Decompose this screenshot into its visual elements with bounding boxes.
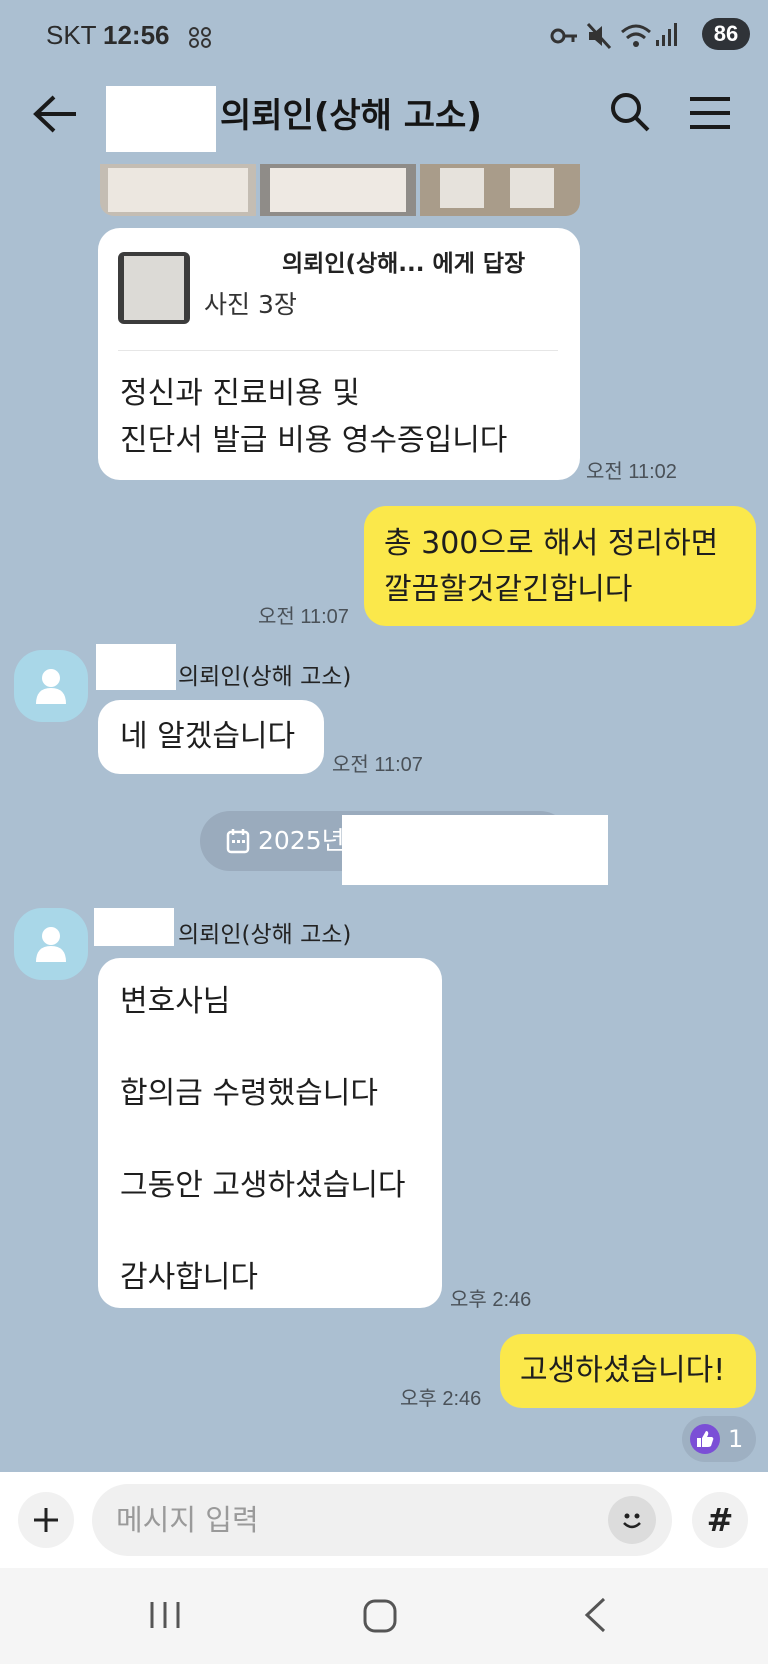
photo-thumbnail[interactable]: [260, 164, 416, 216]
signal-icon: [656, 23, 677, 46]
message-time: 오후 2:46: [450, 1289, 532, 1311]
avatar[interactable]: [14, 650, 88, 722]
redacted-name: [96, 644, 176, 690]
message-text: 깔끔할것같긴합니다: [384, 572, 633, 607]
reaction-badge[interactable]: 1: [682, 1416, 756, 1462]
input-placeholder: 메시지 입력: [116, 1503, 259, 1537]
wifi-icon: [621, 24, 651, 47]
divider: [118, 350, 558, 351]
message-time: 오전 11:07: [258, 606, 349, 628]
vpn-key-icon: [550, 28, 577, 44]
emoji-button[interactable]: [608, 1496, 656, 1544]
battery-indicator: 86: [702, 18, 750, 50]
thumbs-up-icon: [690, 1424, 720, 1454]
message-text: 진단서 발급 비용 영수증입니다: [120, 423, 508, 458]
reply-message-bubble[interactable]: 의뢰인(상해... 에게 답장 사진 3장 정신과 진료비용 및 진단서 발급 …: [98, 228, 580, 480]
message-input[interactable]: 메시지 입력: [92, 1484, 672, 1556]
outgoing-message-bubble[interactable]: 고생하셨습니다!: [500, 1334, 756, 1408]
hashtag-button[interactable]: #: [692, 1492, 748, 1548]
attachment-label: 사진 3장: [204, 290, 297, 319]
message-text: 총 300으로 해서 정리하면: [384, 526, 719, 561]
search-icon[interactable]: [608, 90, 652, 134]
person-icon: [36, 669, 66, 704]
avatar[interactable]: [14, 908, 88, 980]
person-icon: [36, 927, 66, 962]
emoji-icon: [623, 1513, 641, 1529]
back-arrow-icon[interactable]: [32, 94, 78, 134]
message-text: 그동안 고생하셨습니다: [120, 1168, 406, 1203]
hash-label: #: [706, 1501, 734, 1539]
home-icon[interactable]: [362, 1598, 398, 1634]
attach-button[interactable]: [18, 1492, 74, 1548]
message-time: 오전 11:02: [586, 461, 677, 483]
recent-apps-icon[interactable]: [148, 1598, 182, 1632]
system-nav-bar: [0, 1568, 768, 1664]
message-text: 변호사님: [120, 984, 231, 1019]
menu-icon[interactable]: [688, 96, 732, 130]
back-icon[interactable]: [582, 1596, 608, 1634]
reply-target: 의뢰인(상해... 에게 답장: [282, 251, 526, 277]
network-icon: [189, 27, 211, 48]
clock: 12:56: [103, 20, 170, 50]
sender-name: 의뢰인(상해 고소): [178, 922, 352, 948]
message-time: 오전 11:07: [332, 754, 423, 776]
carrier-label: SKT: [46, 20, 97, 50]
photo-strip[interactable]: [100, 164, 580, 216]
message-text: 네 알겠습니다: [120, 719, 296, 754]
sender-name: 의뢰인(상해 고소): [178, 664, 352, 690]
message-text: 고생하셨습니다!: [520, 1353, 726, 1388]
reaction-count: 1: [728, 1425, 744, 1453]
redacted-date: [342, 815, 608, 885]
chat-title: 의뢰인(상해 고소): [220, 96, 482, 136]
plus-icon: [34, 1508, 58, 1532]
message-text: 합의금 수령했습니다: [120, 1076, 378, 1111]
outgoing-message-bubble[interactable]: 총 300으로 해서 정리하면 깔끔할것같긴합니다: [364, 506, 756, 626]
attachment-thumbnail[interactable]: [118, 252, 190, 324]
redacted-name: [106, 86, 216, 152]
photo-thumbnail[interactable]: [100, 164, 256, 216]
message-text: 정신과 진료비용 및: [120, 376, 360, 411]
calendar-icon: [226, 829, 250, 854]
date-text: 2025년: [258, 826, 345, 855]
redacted-name: [94, 908, 174, 946]
status-bar: SKT 12:56 86: [0, 0, 768, 72]
message-time: 오후 2:46: [400, 1388, 482, 1410]
incoming-message-bubble[interactable]: 변호사님 합의금 수령했습니다 그동안 고생하셨습니다 감사합니다: [98, 958, 442, 1308]
incoming-message-bubble[interactable]: 네 알겠습니다: [98, 700, 324, 774]
photo-thumbnail[interactable]: [420, 164, 580, 216]
mute-icon: [586, 22, 612, 50]
message-text: 감사합니다: [120, 1260, 258, 1295]
